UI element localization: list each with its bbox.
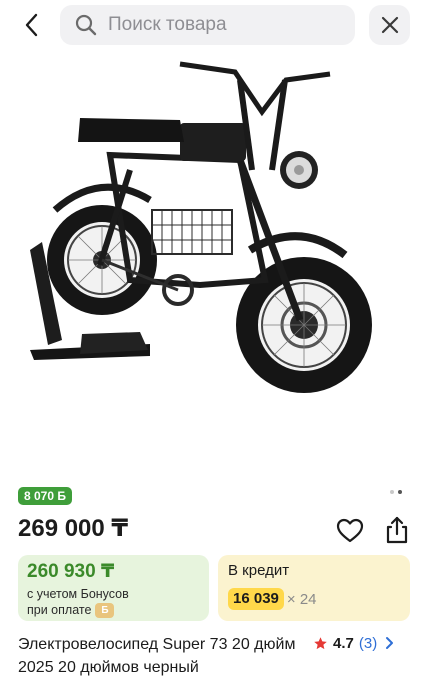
- product-title: Электровелосипед Super 73 20 дюйм 2025 2…: [18, 636, 296, 676]
- credit-title: В кредит: [228, 562, 290, 579]
- credit-term: × 24: [286, 590, 317, 608]
- credit-monthly-amount: 16 039: [228, 588, 284, 610]
- electric-bike-image: [30, 61, 372, 393]
- top-bar: Поиск товара: [0, 0, 428, 50]
- credit-row: 16 039 × 24: [228, 588, 410, 610]
- share-icon: [386, 516, 408, 544]
- pagination-dot: [390, 490, 394, 494]
- search-placeholder: Поиск товара: [108, 14, 227, 35]
- heart-icon: [336, 518, 364, 543]
- bonus-coin-icon: Б: [95, 603, 115, 619]
- bonus-points-badge: 8 070 Б: [18, 487, 72, 505]
- chevron-right-icon: [386, 637, 394, 649]
- search-icon: [75, 14, 97, 36]
- bonus-note-line1: с учетом Бонусов: [27, 587, 129, 601]
- share-button[interactable]: [383, 515, 411, 545]
- bonus-note-line2: при оплате: [27, 603, 92, 617]
- pagination-dot-active: [398, 490, 402, 494]
- search-input[interactable]: Поиск товара: [60, 5, 355, 45]
- rating-value: 4.7: [333, 634, 354, 652]
- favorite-button[interactable]: [336, 517, 364, 545]
- bonus-note-line2-wrap: при оплате Б: [27, 602, 209, 619]
- back-button[interactable]: [14, 8, 50, 42]
- bonus-price: 260 930 ₸: [27, 561, 115, 582]
- chevron-left-icon: [25, 13, 38, 37]
- close-button[interactable]: [369, 5, 410, 45]
- review-count: (3): [358, 634, 378, 652]
- close-icon: [381, 16, 398, 34]
- credit-offer-card[interactable]: В кредит 16 039 × 24: [218, 555, 410, 621]
- gallery-pagination: [390, 490, 402, 494]
- product-image-gallery[interactable]: [0, 50, 428, 480]
- product-price: 269 000 ₸: [18, 515, 129, 542]
- star-icon: [314, 636, 327, 649]
- bonus-price-card[interactable]: 260 930 ₸ с учетом Бонусов при оплате Б: [18, 555, 209, 621]
- rating-link[interactable]: 4.7 (3): [313, 633, 394, 653]
